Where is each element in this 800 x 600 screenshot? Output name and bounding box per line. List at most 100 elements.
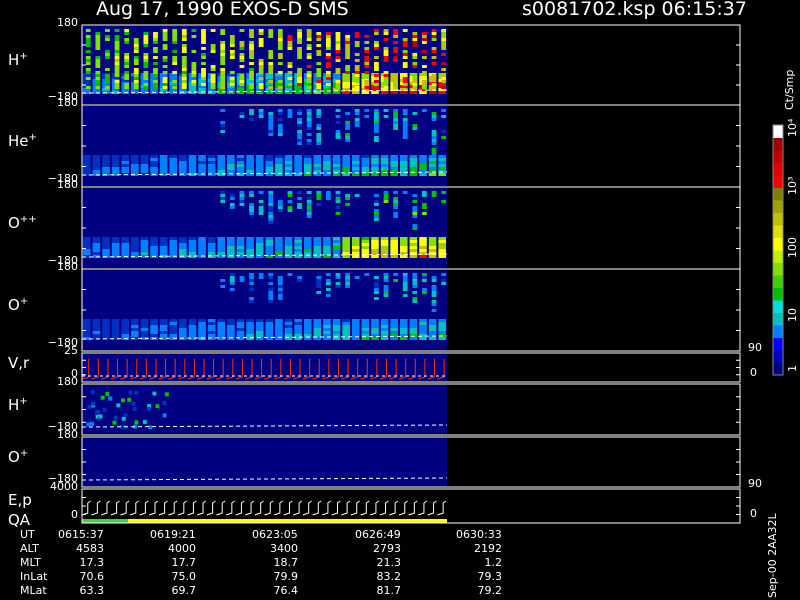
ion-count-cell	[201, 35, 206, 38]
ion-count-cell	[374, 74, 379, 77]
ion-count-cell	[83, 334, 91, 337]
ion-count-cell	[277, 35, 283, 38]
ion-count-cell	[422, 56, 427, 59]
ion-count-cell	[431, 38, 437, 41]
ion-count-cell	[220, 68, 226, 71]
ion-count-cell	[255, 158, 264, 161]
ion-count-cell	[419, 164, 427, 167]
ion-count-cell	[335, 83, 341, 86]
ion-count-cell	[383, 273, 389, 276]
ion-count-cell	[133, 44, 139, 47]
ion-count-cell	[323, 325, 331, 328]
ion-count-cell	[294, 322, 302, 325]
ion-count-cell	[220, 194, 226, 197]
ion-count-cell	[294, 319, 302, 322]
ion-count-cell	[162, 77, 168, 80]
ion-count-cell	[428, 173, 437, 176]
ion-count-cell	[227, 252, 235, 255]
ion-count-cell	[313, 155, 322, 158]
ion-count-cell	[361, 167, 370, 170]
ion-count-cell	[335, 44, 341, 47]
ion-count-cell	[306, 29, 312, 32]
ion-count-cell	[198, 237, 206, 240]
ion-count-cell	[313, 158, 322, 161]
ion-count-cell	[132, 407, 137, 412]
ion-count-cell	[236, 243, 245, 246]
ion-count-cell	[249, 209, 254, 212]
ion-count-cell	[364, 115, 370, 118]
ion-count-cell	[399, 249, 408, 252]
ion-count-cell	[268, 215, 274, 218]
ion-count-cell	[92, 237, 101, 240]
ion-count-cell	[229, 77, 235, 80]
ion-count-cell	[422, 65, 427, 68]
ion-count-cell	[419, 246, 427, 249]
ion-count-cell	[159, 331, 168, 334]
ion-count-cell	[422, 32, 427, 35]
ion-count-cell	[277, 206, 283, 209]
ion-count-cell	[303, 164, 312, 167]
ion-count-cell	[188, 240, 197, 243]
ion-count-cell	[390, 155, 398, 158]
ion-count-cell	[172, 86, 178, 89]
ion-count-cell	[380, 161, 389, 164]
ion-count-cell	[217, 240, 226, 243]
ion-count-cell	[239, 74, 245, 77]
ion-count-cell	[227, 325, 235, 328]
ion-count-cell	[131, 158, 139, 161]
ion-count-cell	[399, 167, 408, 170]
ion-count-cell	[249, 112, 254, 115]
ion-count-cell	[131, 331, 139, 334]
ion-count-cell	[383, 29, 389, 32]
panel-o-plusplus	[81, 186, 741, 270]
ion-count-cell	[162, 29, 168, 32]
ion-count-cell	[143, 59, 149, 62]
ion-count-cell	[268, 127, 274, 130]
ion-count-cell	[220, 86, 226, 89]
ion-count-cell	[325, 294, 331, 297]
ion-count-cell	[316, 62, 322, 65]
ion-count-cell	[246, 240, 254, 243]
ion-count-cell	[275, 331, 283, 334]
ion-count-cell	[236, 334, 245, 337]
ion-count-cell	[114, 71, 120, 74]
ion-count-cell	[181, 32, 187, 35]
ion-count-cell	[374, 80, 379, 83]
ion-count-cell	[332, 240, 341, 243]
ion-count-cell	[390, 237, 398, 240]
ion-count-cell	[303, 243, 312, 246]
ion-count-cell	[297, 83, 302, 86]
ion-count-cell	[399, 237, 408, 240]
ion-count-cell	[111, 252, 120, 255]
ion-count-cell	[162, 413, 167, 418]
ion-count-cell	[236, 155, 245, 158]
ion-count-cell	[297, 139, 302, 142]
ion-count-cell	[306, 206, 312, 209]
ephemeris-value: 18.7	[273, 556, 299, 569]
ion-count-cell	[374, 77, 379, 80]
ion-count-cell	[374, 203, 379, 206]
ion-count-cell	[383, 279, 389, 282]
ion-count-cell	[345, 77, 350, 80]
ion-count-cell	[323, 322, 331, 325]
ion-count-cell	[277, 203, 283, 206]
ion-count-cell	[169, 249, 178, 252]
ion-count-cell	[412, 62, 418, 65]
ion-count-cell	[83, 319, 91, 322]
ion-count-cell	[277, 38, 283, 41]
ion-count-cell	[438, 155, 446, 158]
ion-count-cell	[207, 164, 216, 167]
ion-count-cell	[179, 167, 187, 170]
y-tick-top: 25	[64, 344, 78, 357]
ion-count-cell	[323, 164, 331, 167]
ion-count-cell	[374, 282, 379, 285]
ion-count-cell	[374, 136, 379, 139]
ion-count-cell	[441, 41, 447, 44]
ion-count-cell	[102, 161, 110, 164]
ion-count-cell	[201, 29, 206, 32]
ion-count-cell	[268, 68, 274, 71]
ion-count-cell	[284, 249, 293, 252]
ion-count-cell	[393, 121, 399, 124]
ion-count-cell	[380, 255, 389, 258]
ion-count-cell	[335, 41, 341, 44]
